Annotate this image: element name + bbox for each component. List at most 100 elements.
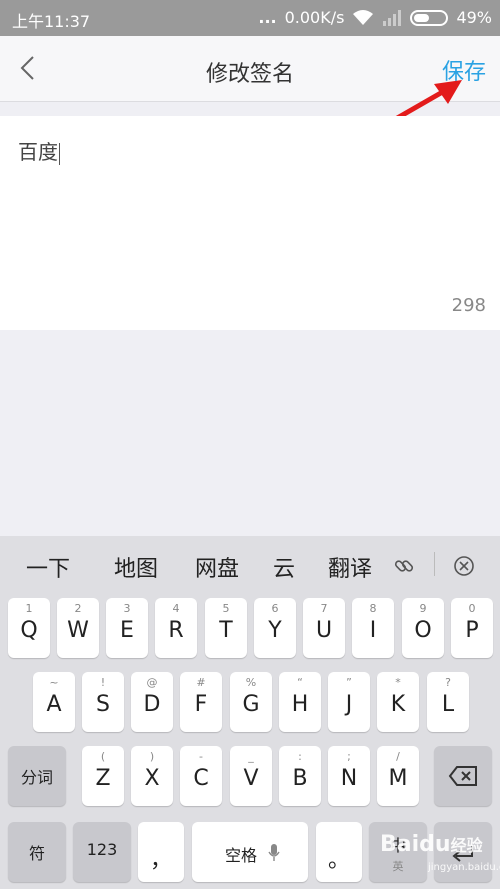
key-label: Z (95, 766, 111, 791)
char-counter: 298 (451, 295, 486, 316)
battery-percent: 49% (456, 8, 492, 27)
text-caret (59, 142, 60, 165)
key-label: 。 (327, 848, 350, 873)
key-sub: 6 (271, 602, 279, 615)
key-sub: 9 (419, 602, 427, 615)
signature-editor[interactable]: 百度 298 (0, 116, 500, 330)
key-d[interactable]: @ D (131, 672, 173, 732)
key-a[interactable]: ~ A (33, 672, 75, 732)
key-k[interactable]: * K (377, 672, 419, 732)
key-label: G (242, 692, 260, 717)
key-sub: 3 (123, 602, 131, 615)
key-label: F (194, 692, 208, 717)
number-key[interactable]: 123 (73, 822, 131, 882)
key-sub: % (245, 676, 257, 689)
key-label: J (345, 692, 353, 717)
key-label: V (243, 766, 259, 791)
status-time: 上午11:37 (12, 12, 91, 31)
backspace-icon (448, 766, 477, 786)
baidu-watermark: Baidu经验 jingyan.baidu.com (380, 832, 500, 882)
key-label: 123 (86, 840, 118, 859)
key-y[interactable]: 6Y (254, 598, 296, 658)
key-u[interactable]: 7U (303, 598, 345, 658)
key-label: 符 (28, 844, 45, 863)
close-icon[interactable] (452, 554, 476, 578)
key-label: 分词 (20, 768, 53, 787)
suggestion-separator (434, 552, 435, 576)
space-key[interactable]: 空格 (192, 822, 308, 882)
network-speed: 0.00K/s (284, 8, 345, 27)
status-right: ... 0.00K/s 49% (258, 8, 492, 27)
key-j[interactable]: ” J (328, 672, 370, 732)
key-w[interactable]: 2W (57, 598, 99, 658)
period-key[interactable]: 。 (316, 822, 362, 882)
key-p[interactable]: 0P (451, 598, 493, 658)
key-m[interactable]: / M (377, 746, 419, 806)
suggestion-item[interactable]: 云 (273, 551, 295, 583)
backspace-key[interactable] (434, 746, 492, 806)
key-f[interactable]: # F (180, 672, 222, 732)
signature-value: 百度 (18, 140, 58, 164)
key-e[interactable]: 3E (106, 598, 148, 658)
key-label: X (144, 766, 160, 791)
key-b[interactable]: :B (279, 746, 321, 806)
key-label: K (390, 692, 406, 717)
key-r[interactable]: 4R (155, 598, 197, 658)
key-sub: ; (347, 750, 351, 763)
suggestion-item[interactable]: 网盘 (195, 551, 239, 583)
segment-key[interactable]: 分词 (8, 746, 66, 806)
key-i[interactable]: 8I (352, 598, 394, 658)
key-label: N (340, 766, 358, 791)
suggestion-item[interactable]: 地图 (114, 551, 158, 583)
key-sub: : (298, 750, 302, 763)
key-label: S (96, 692, 110, 717)
signature-text[interactable]: 百度 (18, 136, 60, 165)
microphone-icon (268, 844, 280, 861)
key-label: I (369, 618, 377, 643)
suggestion-bar: 一下 地图 网盘 云 翻译 (0, 536, 500, 592)
battery-icon (410, 9, 449, 26)
key-label: M (388, 766, 408, 791)
key-sub: ) (149, 750, 155, 763)
watermark-brand: Baidu (380, 832, 451, 857)
key-label: D (143, 692, 161, 717)
key-label: ， (149, 848, 172, 873)
key-q[interactable]: 1Q (8, 598, 50, 658)
key-z[interactable]: (Z (82, 746, 124, 806)
key-g[interactable]: % G (230, 672, 272, 732)
key-sub: ~ (49, 676, 59, 689)
symbol-key[interactable]: 符 (8, 822, 66, 882)
key-v[interactable]: _ V (230, 746, 272, 806)
key-label: C (193, 766, 209, 791)
key-label: P (465, 618, 479, 643)
key-sub: _ (248, 750, 254, 763)
key-label: E (120, 618, 134, 643)
key-label: W (67, 618, 89, 643)
key-sub: “ (297, 676, 303, 689)
key-t[interactable]: 5T (205, 598, 247, 658)
comma-key[interactable]: ， (138, 822, 184, 882)
status-dots: ... (258, 8, 277, 27)
key-o[interactable]: 9O (402, 598, 444, 658)
key-label: H (291, 692, 309, 717)
suggestion-item[interactable]: 一下 (26, 551, 70, 583)
key-s[interactable]: ! S (82, 672, 124, 732)
key-l[interactable]: ? L (427, 672, 469, 732)
key-sub: # (196, 676, 206, 689)
key-sub: ” (346, 676, 352, 689)
key-sub: 8 (369, 602, 377, 615)
key-sub: ! (100, 676, 106, 689)
key-x[interactable]: ) X (131, 746, 173, 806)
key-label: A (46, 692, 62, 717)
suggestion-item[interactable]: 翻译 (328, 551, 372, 583)
key-sub: 1 (25, 602, 33, 615)
key-c[interactable]: -C (180, 746, 222, 806)
status-bar: 上午11:37 ... 0.00K/s 49% (0, 0, 500, 36)
watermark-text: 经验 (450, 836, 483, 855)
key-label: U (315, 618, 333, 643)
key-n[interactable]: ; N (328, 746, 370, 806)
key-h[interactable]: “H (279, 672, 321, 732)
link-icon[interactable] (392, 554, 416, 578)
key-label: R (168, 618, 184, 643)
key-sub: 2 (74, 602, 82, 615)
